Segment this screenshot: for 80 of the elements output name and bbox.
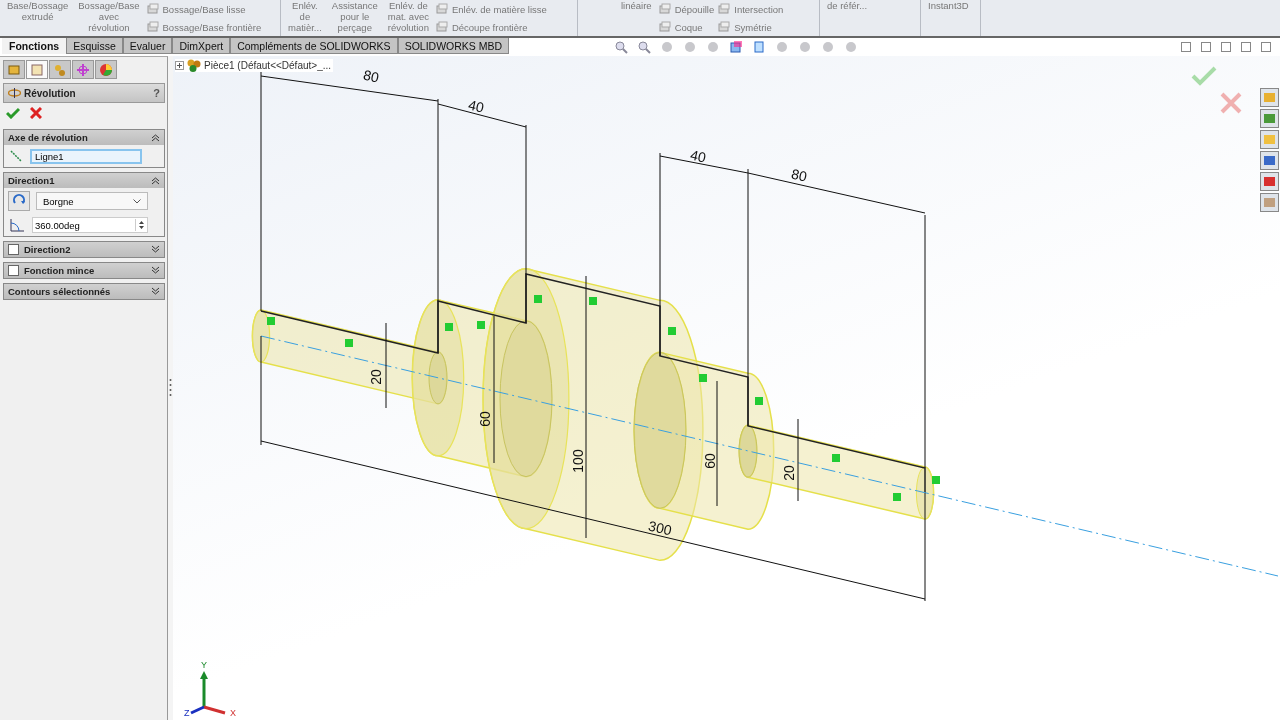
revolve-icon — [8, 88, 21, 98]
tab[interactable]: DimXpert — [172, 38, 231, 54]
collapse-icon[interactable] — [151, 133, 160, 142]
section-title: Axe de révolution — [8, 132, 89, 143]
angle-spinner[interactable]: 360.00deg — [32, 217, 148, 233]
section-title: Direction2 — [24, 244, 72, 255]
ribbon-button[interactable]: Découpe frontière — [435, 19, 547, 35]
dimension-label[interactable]: 20 — [368, 369, 384, 385]
ribbon-button[interactable]: Symétrie — [718, 19, 784, 35]
dimension-label[interactable]: 80 — [789, 165, 809, 185]
ribbon-button[interactable]: de référ... — [824, 0, 871, 11]
display-icon[interactable] — [752, 40, 767, 54]
panel-title: Révolution — [24, 87, 77, 99]
expand-icon[interactable] — [175, 61, 184, 70]
ribbon-button[interactable]: Dépouille — [658, 1, 715, 17]
reverse-direction-icon[interactable] — [8, 191, 30, 211]
collapse-icon[interactable] — [151, 176, 160, 185]
feature-icon — [146, 21, 159, 33]
ribbon-button[interactable]: Coque — [658, 19, 715, 35]
display-manager-icon[interactable] — [95, 60, 117, 79]
ribbon-button[interactable]: Assistance pour le perçage — [328, 0, 381, 33]
feature-icon — [718, 21, 731, 33]
caret-icon — [133, 198, 141, 204]
ribbon-button[interactable]: Bossage/Base lisse — [146, 1, 262, 17]
property-icon[interactable] — [26, 60, 48, 79]
triad-drawing — [190, 671, 226, 715]
feature-icon — [718, 3, 731, 15]
ribbon-button[interactable]: Base/Bossage extrudé — [4, 0, 72, 22]
part-icon — [187, 59, 201, 72]
ribbon-button[interactable]: Bossage/Base frontière — [146, 19, 262, 35]
ribbon-button[interactable]: linéaire — [618, 0, 655, 11]
ribbon-button[interactable]: Enlév. de matière lisse — [435, 1, 547, 17]
dimension-label[interactable]: 40 — [466, 96, 486, 116]
dimension-icon[interactable] — [72, 60, 94, 79]
section-title: Fonction mince — [24, 265, 96, 276]
line-icon — [8, 148, 24, 164]
expand-icon[interactable] — [151, 245, 160, 254]
ribbon-button[interactable]: Intersection — [718, 1, 784, 17]
ok-icon[interactable] — [6, 107, 20, 119]
zoom-icon[interactable] — [614, 40, 629, 54]
checkbox[interactable] — [8, 265, 19, 276]
part-name: Pièce1 (Défaut<<Défaut>_... — [204, 60, 332, 71]
section-title: Direction1 — [8, 175, 56, 186]
dimension-label[interactable]: 100 — [570, 449, 586, 473]
axis-label: X — [230, 708, 236, 718]
section-title: Contours sélectionnés — [8, 286, 112, 297]
feature-icon — [658, 3, 671, 15]
expand-icon[interactable] — [151, 287, 160, 296]
dimension-label[interactable]: 300 — [646, 517, 674, 539]
tab[interactable]: Compléments de SOLIDWORKS — [230, 38, 398, 54]
ribbon-button[interactable]: Enlév. de matièr... — [285, 0, 325, 33]
axis-field[interactable]: Ligne1 — [30, 148, 142, 164]
angle-icon — [8, 217, 26, 233]
help-button[interactable]: ? — [153, 87, 160, 99]
feature-icon — [658, 21, 671, 33]
ribbon-button[interactable]: Enlév. de mat. avec révolution — [384, 0, 432, 33]
axis-label: Y — [201, 660, 207, 670]
tab[interactable]: Esquisse — [66, 38, 123, 54]
feature-tree-icon[interactable] — [3, 60, 25, 79]
checkbox[interactable] — [8, 244, 19, 255]
configuration-icon[interactable] — [49, 60, 71, 79]
ribbon-button[interactable]: Bossage/Base avec révolution — [75, 0, 143, 33]
dimension-label[interactable]: 60 — [477, 411, 493, 427]
tab[interactable]: SOLIDWORKS MBD — [397, 38, 510, 54]
tab[interactable]: Evaluer — [122, 38, 173, 54]
zoom-area-icon[interactable] — [637, 40, 652, 54]
axis-label: Z — [184, 708, 190, 718]
feature-icon — [146, 3, 159, 15]
ribbon-button[interactable]: Instant3D — [925, 0, 972, 11]
feature-icon — [435, 21, 448, 33]
view-cube-icon[interactable] — [729, 40, 744, 54]
feature-icon — [435, 3, 448, 15]
dimension-label[interactable]: 40 — [688, 146, 708, 166]
dimension-label[interactable]: 80 — [361, 66, 381, 86]
expand-icon[interactable] — [151, 266, 160, 275]
tab[interactable]: Fonctions — [2, 38, 67, 54]
feature-tree-item[interactable]: Pièce1 (Défaut<<Défaut>_... — [175, 59, 334, 72]
end-condition-dropdown[interactable]: Borgne — [36, 192, 148, 210]
dimension-label[interactable]: 20 — [781, 465, 797, 481]
dimension-label[interactable]: 60 — [702, 453, 718, 469]
